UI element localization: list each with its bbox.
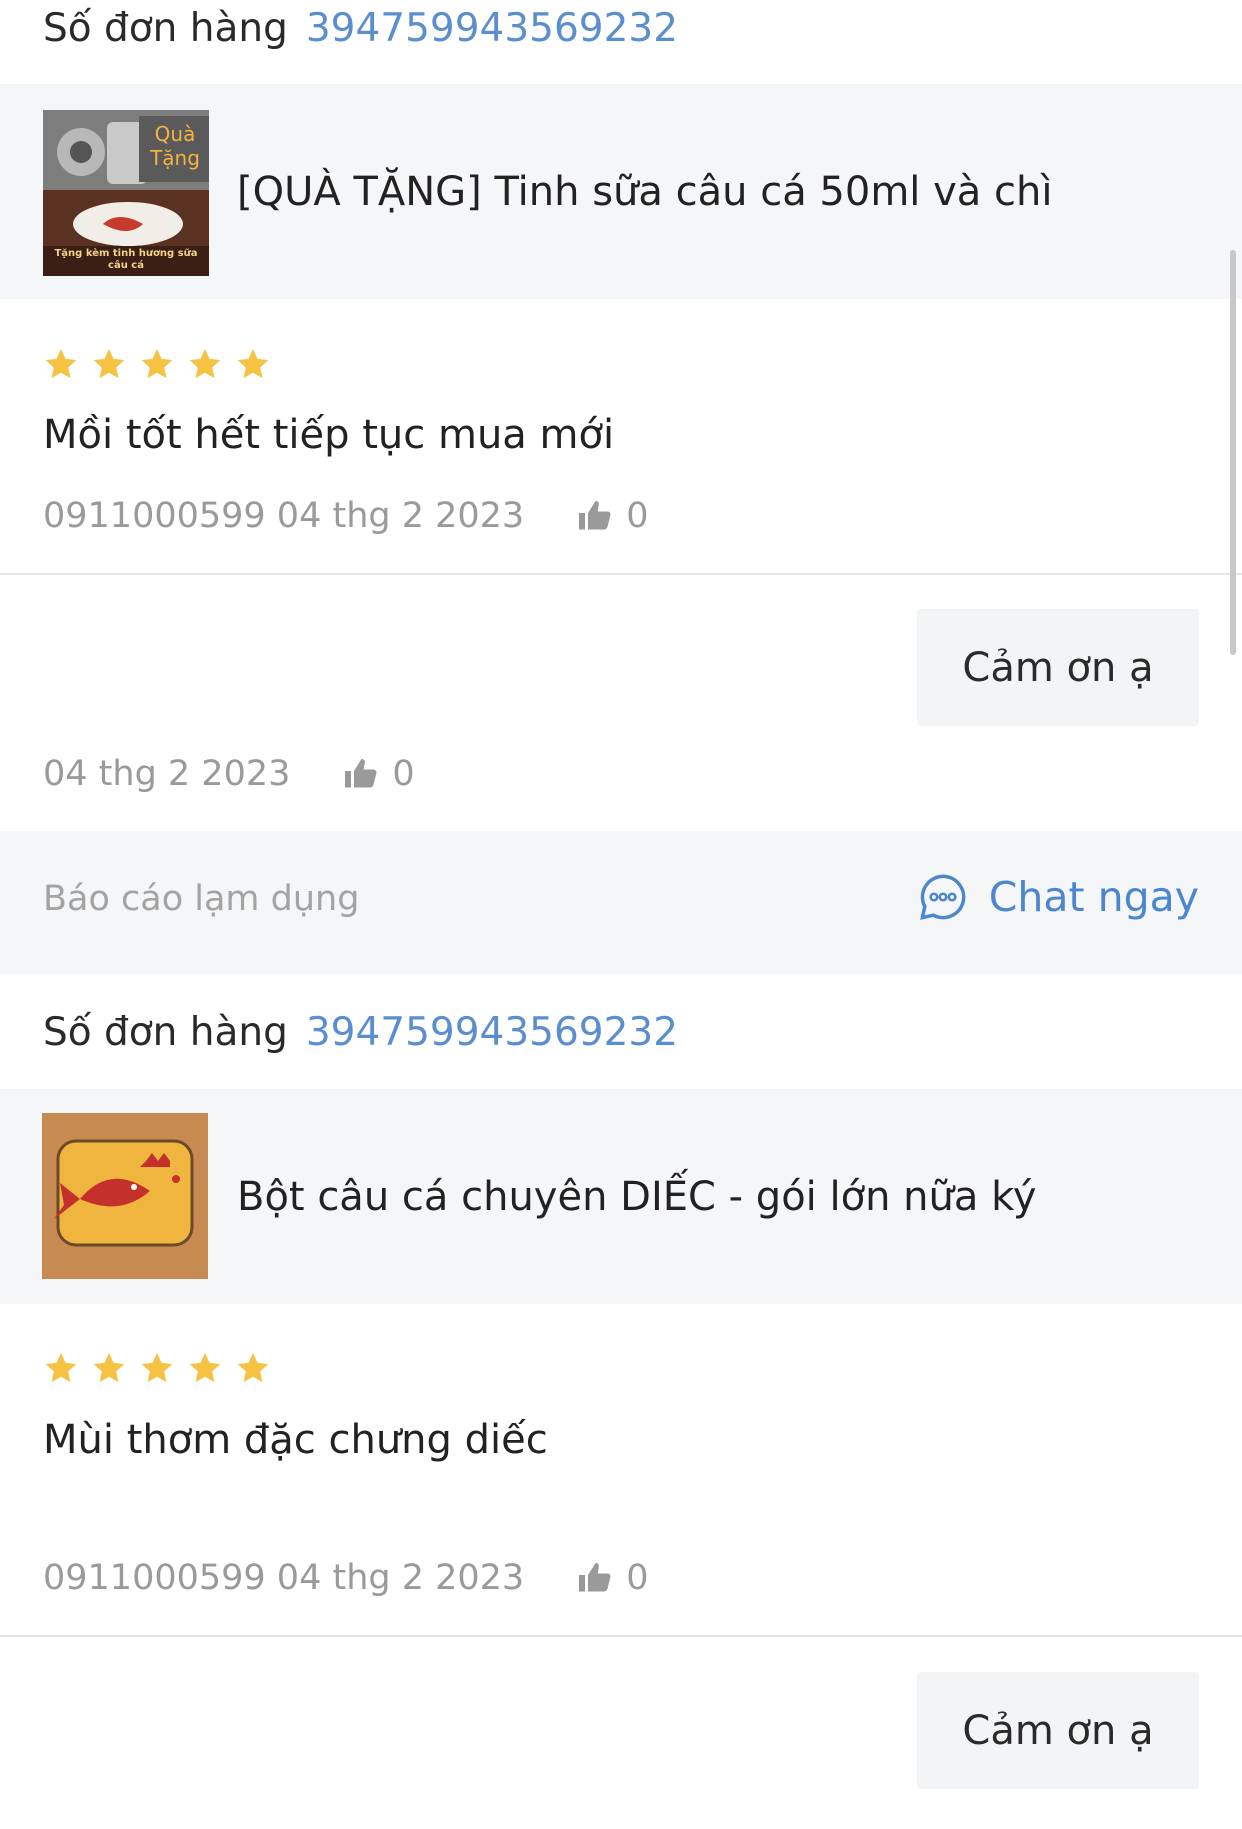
review-meta: 0911000599 04 thg 2 2023 0 <box>43 1558 648 1598</box>
star-icon <box>93 349 125 379</box>
review-text: Mùi thơm đặc chưng diếc <box>43 1417 548 1463</box>
thumbnail-badge-text: Quà Tặng <box>150 122 200 170</box>
reviewer-and-date: 0911000599 04 thg 2 2023 <box>43 1558 525 1598</box>
order-number-link[interactable]: 394759943569232 <box>306 1010 678 1055</box>
chat-bubble-icon <box>919 874 966 920</box>
star-icon <box>45 1353 77 1383</box>
product-image <box>42 1113 208 1279</box>
product-title: [QUÀ TẶNG] Tinh sữa câu cá 50ml và chì <box>237 169 1053 215</box>
review-text: Mồi tốt hết tiếp tục mua mới <box>43 412 615 458</box>
scrollbar[interactable] <box>1230 250 1236 655</box>
divider <box>0 573 1242 575</box>
like-button[interactable]: 0 <box>576 1558 648 1598</box>
product-card[interactable]: Quà Tặng Tặng kèm tinh hương sữa câu cá … <box>0 84 1242 299</box>
reply-date: 04 thg 2 2023 <box>43 754 291 794</box>
thumbnail-caption: Tặng kèm tinh hương sữa câu cá <box>54 248 198 271</box>
order-label: Số đơn hàng <box>43 5 288 51</box>
star-icon <box>141 1353 173 1383</box>
like-button[interactable]: 0 <box>576 496 648 536</box>
reviewer-and-date: 0911000599 04 thg 2 2023 <box>43 496 525 536</box>
reply-like-button[interactable]: 0 <box>342 754 415 794</box>
order-number-link[interactable]: 394759943569232 <box>306 6 678 51</box>
product-thumbnail <box>42 1113 208 1279</box>
thumbs-up-icon <box>579 501 611 530</box>
chat-now-label: Chat ngay <box>988 873 1199 921</box>
chat-now-button[interactable]: Chat ngay <box>917 871 1199 923</box>
product-title: Bột câu cá chuyên DIẾC - gói lớn nữa ký <box>237 1174 1037 1220</box>
reply-meta: 04 thg 2 2023 0 <box>43 754 415 794</box>
star-icon <box>237 349 269 379</box>
star-icon <box>189 1353 221 1383</box>
product-card[interactable]: Bột câu cá chuyên DIẾC - gói lớn nữa ký <box>0 1089 1242 1304</box>
thumbs-up-icon <box>579 1563 611 1592</box>
review-actions: Báo cáo lạm dụng Chat ngay <box>0 831 1242 974</box>
like-count: 0 <box>626 1558 649 1598</box>
reviews-page: Số đơn hàng 394759943569232 Quà Tặng Tặn… <box>0 0 1242 1829</box>
seller-reply: Cảm ơn ạ <box>917 1672 1199 1789</box>
star-icon <box>45 349 77 379</box>
reply-like-count: 0 <box>392 754 415 794</box>
seller-reply: Cảm ơn ạ <box>917 609 1199 726</box>
star-icon <box>141 349 173 379</box>
like-count: 0 <box>626 496 649 536</box>
rating-stars <box>43 346 271 382</box>
order-label: Số đơn hàng <box>43 1009 288 1055</box>
divider <box>0 1635 1242 1637</box>
thumbs-up-icon <box>345 759 377 788</box>
order-line: Số đơn hàng 394759943569232 <box>43 0 678 58</box>
star-icon <box>237 1353 269 1383</box>
star-icon <box>189 349 221 379</box>
star-icon <box>93 1353 125 1383</box>
rating-stars <box>43 1350 271 1386</box>
order-line: Số đơn hàng 394759943569232 <box>43 1002 678 1062</box>
review-meta: 0911000599 04 thg 2 2023 0 <box>43 496 648 536</box>
product-thumbnail: Quà Tặng Tặng kèm tinh hương sữa câu cá <box>43 110 209 276</box>
report-abuse-link[interactable]: Báo cáo lạm dụng <box>43 879 359 919</box>
